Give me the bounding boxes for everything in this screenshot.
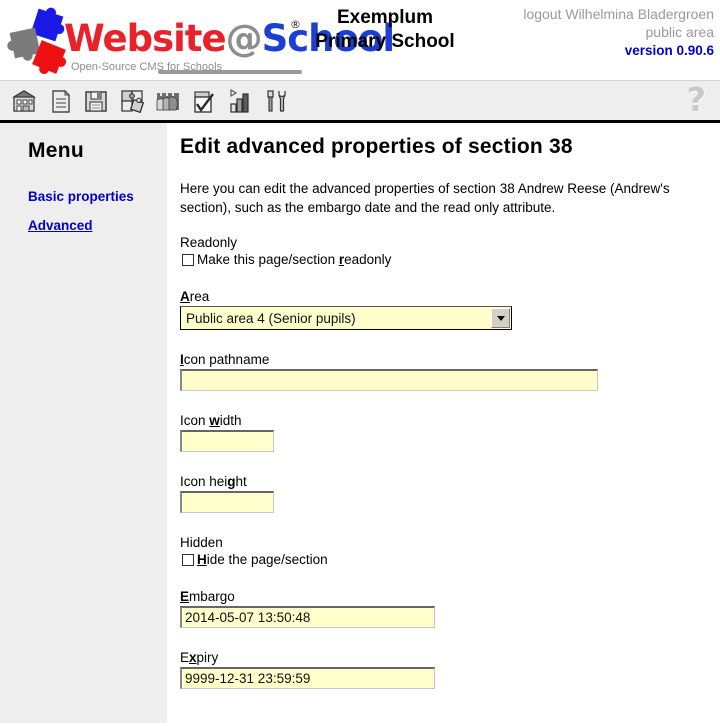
hidden-group: Hidden Hide the page/section — [180, 535, 720, 567]
embargo-label-rest: mbargo — [189, 589, 235, 605]
area-label: Area — [180, 289, 720, 304]
icon-pathname-group: Icon pathname — [180, 352, 720, 392]
icon-height-label: Icon height — [180, 474, 720, 489]
icon-width-label-rest: idth — [219, 413, 242, 429]
expiry-input[interactable] — [180, 667, 435, 690]
help-icon[interactable]: ? — [687, 83, 706, 116]
logo-tagline: Open-Source CMS for Schools — [71, 61, 223, 73]
expiry-label-accesskey: x — [189, 650, 197, 666]
statistics-icon[interactable] — [224, 84, 256, 118]
icon-height-group: Icon height — [180, 474, 720, 514]
page-title: Edit advanced properties of section 38 — [180, 135, 573, 158]
site-logo[interactable]: Website@School ® Open-Source CMS for Sch… — [6, 6, 395, 76]
header-user-info: logout Wilhelmina Bladergroen public are… — [523, 5, 714, 60]
readonly-group: Readonly Make this page/section readonly — [180, 235, 720, 267]
readonly-label-prefix: Make this page/section — [197, 252, 339, 268]
page-body: Menu Basic properties Advanced Edit adva… — [0, 123, 720, 723]
readonly-checkbox-row[interactable]: Make this page/section readonly — [182, 252, 720, 267]
toolbar-icon-list — [8, 84, 292, 118]
embargo-label: Embargo — [180, 589, 720, 604]
version-label: version 0.90.6 — [624, 42, 714, 58]
hidden-group-label: Hidden — [180, 535, 223, 551]
icon-height-input[interactable] — [180, 491, 274, 514]
hidden-checkbox[interactable] — [182, 553, 194, 566]
expiry-label-rest: piry — [196, 650, 219, 666]
school-name: Exemplum Primary School — [305, 6, 465, 55]
home-icon[interactable] — [8, 84, 40, 118]
area-select[interactable]: Public area 4 (Senior pupils) — [180, 306, 512, 331]
sidebar: Menu Basic properties Advanced — [0, 123, 168, 723]
embargo-label-accesskey: E — [180, 589, 190, 605]
expiry-group: Expiry — [180, 650, 720, 690]
pages-icon[interactable] — [44, 84, 76, 118]
school-name-line2: Primary School — [315, 31, 455, 53]
sidebar-title: Menu — [28, 139, 85, 162]
users-icon[interactable] — [152, 84, 184, 118]
area-group: Area Public area 4 (Senior pupils) — [180, 289, 720, 331]
registered-trademark-mark: ® — [290, 18, 301, 31]
logo-word-at: @ — [225, 17, 263, 60]
current-area-label: public area — [645, 24, 715, 41]
chevron-down-icon[interactable] — [491, 308, 510, 329]
hidden-checkbox-row[interactable]: Hide the page/section — [182, 552, 720, 567]
readonly-group-label: Readonly — [180, 235, 238, 251]
readonly-checkbox-label: Make this page/section readonly — [197, 252, 391, 267]
puzzle-logo-icon — [6, 6, 68, 76]
icon-height-label-rest: ht — [235, 474, 247, 490]
intro-text: Here you can edit the advanced propertie… — [180, 181, 670, 216]
embargo-input[interactable] — [180, 606, 435, 629]
icon-pathname-input[interactable] — [180, 369, 598, 392]
icon-width-label-accesskey: w — [209, 413, 220, 429]
page-header: Website@School ® Open-Source CMS for Sch… — [0, 0, 720, 80]
readonly-label-suffix: eadonly — [344, 252, 392, 268]
main-content: Edit advanced properties of section 38 H… — [168, 123, 720, 723]
icon-width-group: Icon width — [180, 413, 720, 453]
tasks-icon[interactable] — [188, 84, 220, 118]
school-name-line1: Exemplum — [336, 7, 434, 28]
hidden-label-suffix: ide the page/section — [206, 552, 328, 568]
logo-word-website: Website — [64, 17, 227, 60]
icon-pathname-label: Icon pathname — [180, 352, 720, 367]
tools-icon[interactable] — [260, 84, 292, 118]
modules-icon[interactable] — [116, 84, 148, 118]
main-toolbar: ? — [0, 80, 720, 123]
hidden-checkbox-label: Hide the page/section — [197, 552, 328, 567]
save-icon[interactable] — [80, 84, 112, 118]
embargo-group: Embargo — [180, 589, 720, 629]
icon-height-label-accesskey: g — [227, 474, 236, 490]
area-label-rest: rea — [189, 289, 210, 305]
sidebar-item-advanced[interactable]: Advanced — [28, 218, 167, 233]
area-label-accesskey: A — [180, 289, 190, 305]
readonly-checkbox[interactable] — [182, 253, 194, 266]
sidebar-item-basic-properties[interactable]: Basic properties — [28, 189, 167, 204]
expiry-label-prefix: E — [180, 650, 190, 666]
area-select-value: Public area 4 (Senior pupils) — [186, 310, 356, 326]
icon-width-label: Icon width — [180, 413, 720, 428]
hidden-label-accesskey: H — [197, 552, 207, 568]
icon-width-label-prefix: Icon — [180, 413, 210, 429]
expiry-label: Expiry — [180, 650, 720, 665]
icon-width-input[interactable] — [180, 430, 274, 453]
logout-link[interactable]: logout Wilhelmina Bladergroen — [523, 5, 714, 23]
icon-pathname-label-rest: con pathname — [183, 352, 270, 368]
icon-height-label-prefix: Icon hei — [180, 474, 228, 490]
